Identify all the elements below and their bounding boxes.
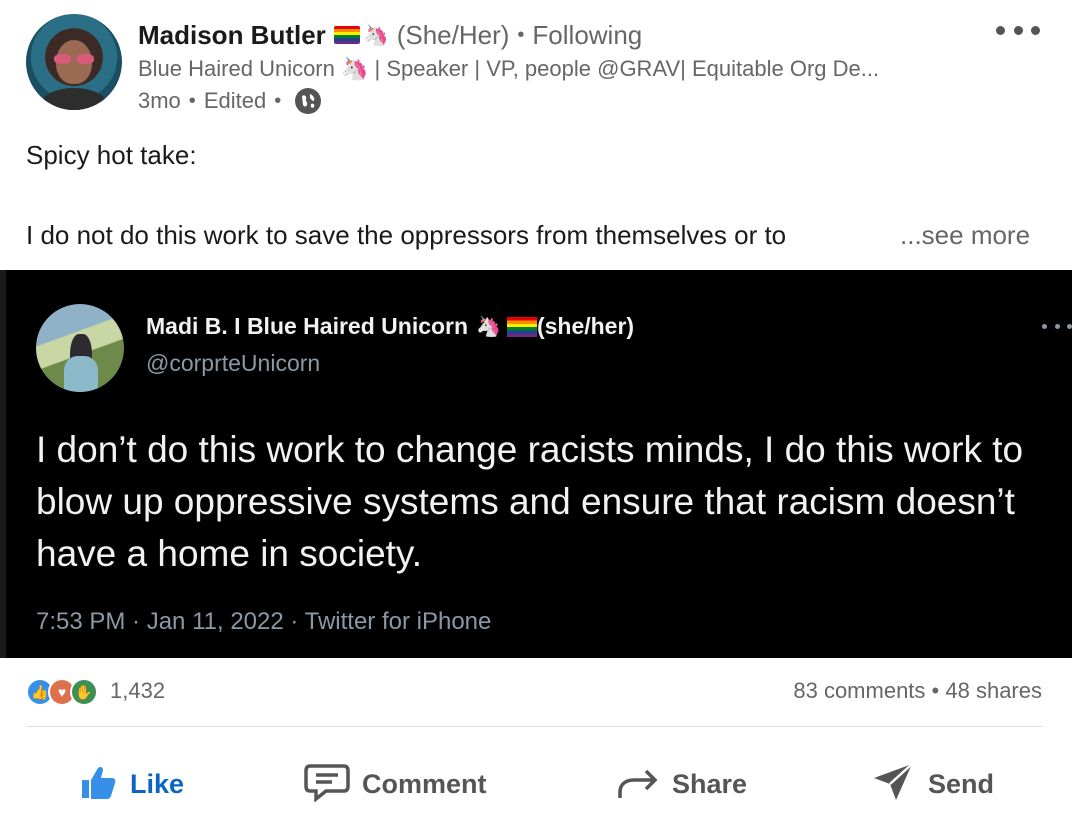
- share-button[interactable]: Share: [616, 748, 747, 820]
- separator-dot: •: [517, 23, 525, 46]
- avatar-sunglasses: [54, 54, 94, 64]
- reaction-count[interactable]: 1,432: [110, 678, 165, 704]
- rainbow-flag-icon: [506, 316, 537, 337]
- comments-shares: 83 comments • 48 shares: [793, 678, 1042, 704]
- share-arrow-icon: [616, 762, 660, 807]
- edited-label: Edited: [203, 88, 267, 113]
- post-age: 3mo: [138, 88, 181, 113]
- tweet-name-line: Madi B. I Blue Haired Unicorn 🦄 (she/her…: [146, 313, 634, 340]
- post-header: Madison Butler 🦄 (She/Her) • Following B…: [0, 0, 1072, 130]
- post-more-menu-button[interactable]: [996, 20, 1040, 40]
- tweet-display-name: Madi B. I Blue Haired Unicorn: [146, 313, 469, 339]
- avatar-shirt: [64, 356, 98, 392]
- post-meta: 3mo • Edited •: [138, 88, 322, 114]
- share-label: Share: [672, 768, 748, 799]
- thumbs-up-icon: [78, 762, 118, 807]
- following-status[interactable]: Following: [532, 20, 642, 51]
- like-label: Like: [130, 768, 185, 799]
- ellipsis-icon: [996, 25, 1005, 35]
- support-reaction-icon: ✋: [70, 678, 98, 706]
- tweet-body: I don’t do this work to change racists m…: [36, 429, 1024, 574]
- unicorn-icon: 🦄: [363, 24, 389, 47]
- separator-dot: •: [274, 89, 282, 112]
- tweet-avatar: [36, 304, 124, 392]
- separator-dot: •: [931, 678, 946, 703]
- post-text-line: I do not do this work to save the oppres…: [26, 220, 787, 250]
- divider: [26, 726, 1042, 727]
- author-headline: Blue Haired Unicorn 🦄 | Speaker | VP, pe…: [138, 56, 880, 81]
- comment-icon: [304, 762, 350, 807]
- rainbow-flag-icon: [333, 26, 360, 44]
- author-name-line: Madison Butler 🦄 (She/Her) • Following: [138, 18, 642, 52]
- send-button[interactable]: Send: [872, 748, 994, 820]
- author-pronouns: (She/Her): [396, 19, 510, 50]
- tweet-meta: 7:53 PM · Jan 11, 2022 · Twitter for iPh…: [36, 608, 492, 635]
- unicorn-icon: 🦄: [476, 316, 501, 338]
- image-edge: [0, 270, 6, 658]
- send-label: Send: [928, 768, 995, 799]
- send-plane-icon: [872, 760, 916, 809]
- tweet-ellipsis-icon: [1042, 324, 1072, 332]
- comment-button[interactable]: Comment: [304, 748, 487, 820]
- tweet-pronouns: (she/her): [536, 313, 635, 339]
- author-name[interactable]: Madison Butler: [138, 20, 326, 51]
- shares-count[interactable]: 48 shares: [945, 678, 1042, 703]
- tweet-handle: @corprteUnicorn: [146, 350, 321, 376]
- reaction-icons[interactable]: 👍 ♥ ✋: [26, 678, 106, 706]
- like-button[interactable]: Like: [78, 748, 184, 820]
- avatar-shirt: [42, 88, 106, 110]
- author-avatar[interactable]: [26, 14, 122, 110]
- action-bar: Like Comment Share Send: [0, 748, 1072, 820]
- post-text-line: Spicy hot take:: [26, 140, 197, 170]
- see-more-link[interactable]: ...see more: [900, 220, 1030, 251]
- separator-dot: •: [188, 89, 196, 112]
- comment-label: Comment: [362, 768, 487, 799]
- social-counts: 👍 ♥ ✋ 1,432 83 comments • 48 shares: [26, 672, 1042, 712]
- comments-count[interactable]: 83 comments: [793, 678, 925, 703]
- globe-icon: [295, 88, 322, 114]
